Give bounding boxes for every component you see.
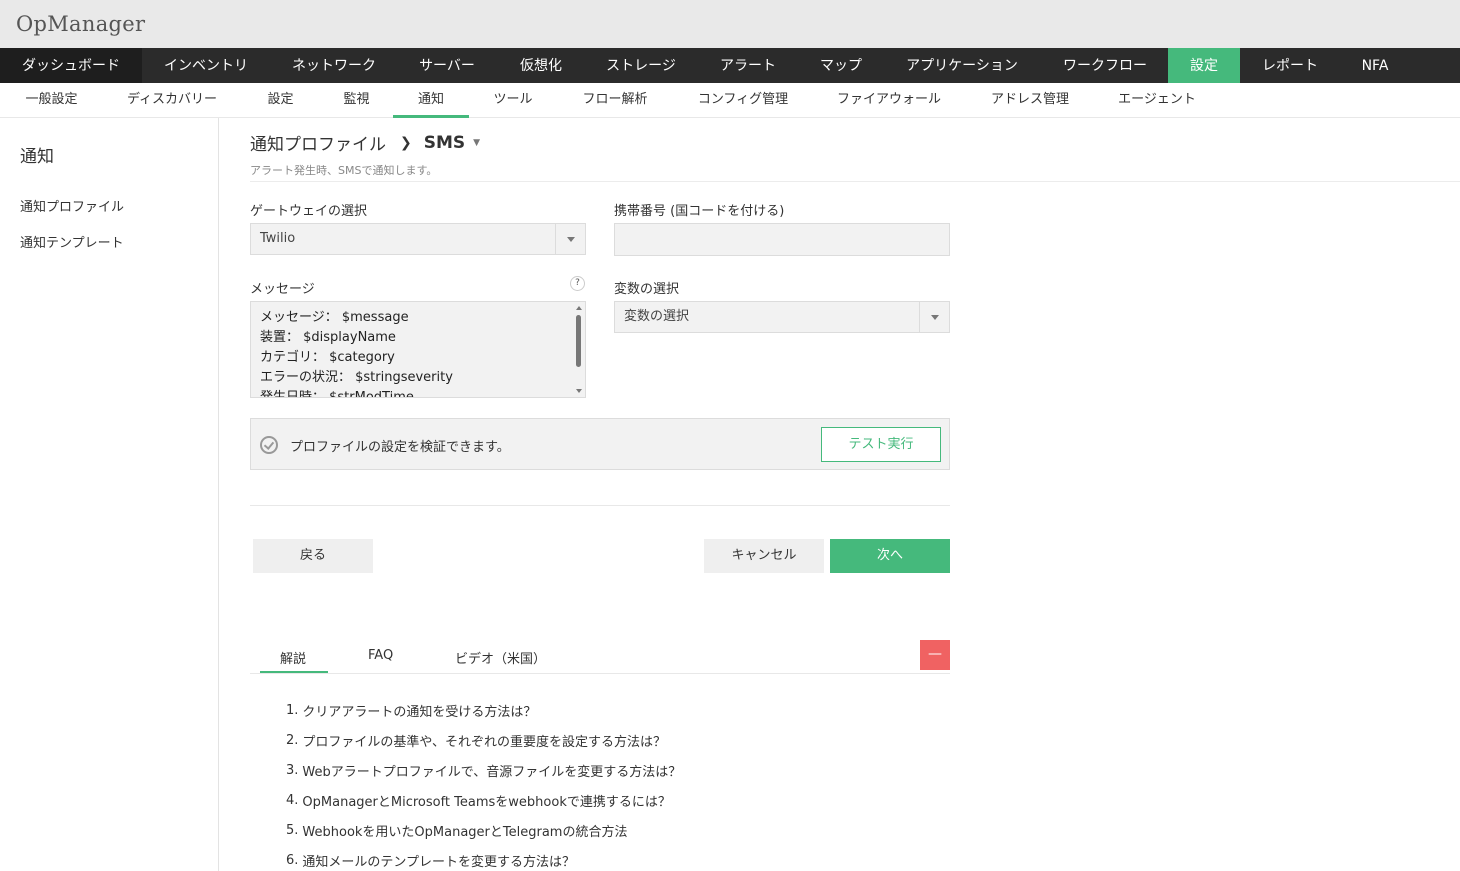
list-item[interactable]: 5. Webhookを用いたOpManagerとTelegramの統合方法: [286, 815, 681, 845]
tab-faq[interactable]: FAQ: [368, 648, 393, 663]
app-logo[interactable]: OpManager: [16, 12, 145, 36]
subnav-monitoring[interactable]: 監視: [320, 83, 393, 118]
content-area: 通知プロファイル ❯ SMS ▼ アラート発生時、SMSで通知します。 ゲートウ…: [219, 118, 1460, 871]
subnav-tools[interactable]: ツール: [469, 83, 557, 118]
chevron-right-icon: ❯: [400, 134, 412, 151]
nav-settings[interactable]: 設定: [1168, 48, 1240, 83]
nav-alert[interactable]: アラート: [696, 48, 800, 83]
divider: [250, 181, 1460, 182]
next-button[interactable]: 次へ: [830, 539, 950, 573]
faq-link[interactable]: Webアラートプロファイルで、音源ファイルを変更する方法は？: [302, 761, 681, 780]
faq-link[interactable]: 通知メールのテンプレートを変更する方法は？: [302, 851, 575, 870]
subnav-firewall[interactable]: ファイアウォール: [813, 83, 965, 118]
nav-nfa[interactable]: NFA: [1340, 48, 1410, 83]
list-item[interactable]: 6. 通知メールのテンプレートを変更する方法は？: [286, 845, 681, 871]
caret-down-icon[interactable]: ▼: [473, 138, 480, 148]
mobile-number-input[interactable]: [614, 223, 950, 256]
tab-description[interactable]: 解説: [280, 648, 306, 667]
divider: [250, 505, 950, 506]
nav-dashboard[interactable]: ダッシュボード: [0, 48, 142, 83]
subnav-general[interactable]: 一般設定: [0, 83, 103, 118]
sidebar: 通知 通知プロファイル 通知テンプレート: [0, 118, 219, 871]
gateway-value: Twilio: [260, 231, 296, 246]
message-line: エラーの状況： $stringseverity: [260, 370, 453, 385]
nav-inventory[interactable]: インベントリ: [142, 48, 270, 83]
faq-link[interactable]: プロファイルの基準や、それぞれの重要度を設定する方法は？: [302, 731, 666, 750]
message-line: 装置： $displayName: [260, 330, 396, 345]
subnav-config[interactable]: 設定: [241, 83, 320, 118]
sidebar-title: 通知: [20, 147, 54, 167]
sidebar-item-notification-profile[interactable]: 通知プロファイル: [20, 196, 218, 232]
nav-report[interactable]: レポート: [1240, 48, 1340, 83]
subnav-agent[interactable]: エージェント: [1095, 83, 1219, 118]
breadcrumb: 通知プロファイル ❯ SMS ▼: [250, 130, 480, 156]
subnav-address-management[interactable]: アドレス管理: [965, 83, 1095, 118]
faq-link[interactable]: クリアアラートの通知を受ける方法は？: [302, 701, 536, 720]
nav-application[interactable]: アプリケーション: [882, 48, 1042, 83]
minus-icon[interactable]: —: [920, 640, 950, 670]
check-circle-icon: [260, 436, 278, 454]
variable-value: 変数の選択: [624, 309, 690, 324]
tab-video[interactable]: ビデオ（米国）: [455, 648, 546, 667]
chevron-down-icon[interactable]: [555, 224, 585, 254]
list-number: 3.: [286, 762, 299, 778]
breadcrumb-parent[interactable]: 通知プロファイル: [250, 130, 386, 155]
scroll-thumb[interactable]: [576, 315, 581, 367]
list-number: 5.: [286, 822, 299, 838]
mobile-label: 携帯番号 (国コードを付ける): [614, 204, 785, 219]
list-item[interactable]: 2. プロファイルの基準や、それぞれの重要度を設定する方法は？: [286, 725, 681, 755]
back-button[interactable]: 戻る: [253, 539, 373, 573]
main-nav: ダッシュボード インベントリ ネットワーク サーバー 仮想化 ストレージ アラー…: [0, 48, 1460, 83]
active-tab-indicator: [260, 671, 328, 673]
cancel-button[interactable]: キャンセル: [704, 539, 824, 573]
nav-server[interactable]: サーバー: [398, 48, 496, 83]
subnav-flow-analysis[interactable]: フロー解析: [557, 83, 673, 118]
nav-workflow[interactable]: ワークフロー: [1042, 48, 1168, 83]
scroll-up-icon[interactable]: [576, 306, 582, 310]
page-subtitle: アラート発生時、SMSで通知します。: [250, 164, 438, 177]
faq-link[interactable]: Webhookを用いたOpManagerとTelegramの統合方法: [302, 821, 627, 840]
test-run-button[interactable]: テスト実行: [821, 427, 941, 462]
nav-network[interactable]: ネットワーク: [270, 48, 398, 83]
subnav-notification[interactable]: 通知: [393, 83, 469, 118]
message-textarea[interactable]: メッセージ： $message 装置： $displayName カテゴリ： $…: [250, 301, 586, 398]
breadcrumb-current[interactable]: SMS: [424, 133, 465, 153]
verify-text: プロファイルの設定を検証できます。: [290, 440, 510, 455]
list-number: 2.: [286, 732, 299, 748]
chevron-down-icon[interactable]: [919, 302, 949, 332]
list-number: 6.: [286, 852, 299, 868]
list-number: 1.: [286, 702, 299, 718]
textarea-scrollbar[interactable]: [574, 303, 584, 396]
message-line: カテゴリ： $category: [260, 350, 395, 365]
faq-list: 1. クリアアラートの通知を受ける方法は？ 2. プロファイルの基準や、それぞれの重…: [286, 695, 681, 871]
help-tabs: 解説 FAQ ビデオ（米国）: [250, 638, 950, 674]
nav-map[interactable]: マップ: [800, 48, 882, 83]
subnav-discovery[interactable]: ディスカバリー: [103, 83, 241, 118]
message-label: メッセージ: [250, 282, 315, 297]
message-line: 発生日時： $strModTime: [260, 390, 414, 398]
scroll-down-icon[interactable]: [576, 389, 582, 393]
question-icon[interactable]: ?: [570, 276, 585, 291]
verify-panel: プロファイルの設定を検証できます。 テスト実行: [250, 418, 950, 470]
list-item[interactable]: 1. クリアアラートの通知を受ける方法は？: [286, 695, 681, 725]
top-bar: OpManager: [0, 0, 1460, 48]
subnav-config-management[interactable]: コンフィグ管理: [673, 83, 813, 118]
message-line: メッセージ： $message: [260, 310, 409, 325]
gateway-label: ゲートウェイの選択: [250, 204, 368, 219]
main-layout: 通知 通知プロファイル 通知テンプレート 通知プロファイル ❯ SMS ▼ アラ…: [0, 118, 1460, 871]
nav-virtualization[interactable]: 仮想化: [496, 48, 586, 83]
sidebar-item-notification-template[interactable]: 通知テンプレート: [20, 232, 218, 268]
variable-select[interactable]: 変数の選択: [614, 301, 950, 333]
variable-label: 変数の選択: [614, 282, 680, 297]
gateway-select[interactable]: Twilio: [250, 223, 586, 255]
list-item[interactable]: 3. Webアラートプロファイルで、音源ファイルを変更する方法は？: [286, 755, 681, 785]
sub-nav: 一般設定 ディスカバリー 設定 監視 通知 ツール フロー解析 コンフィグ管理 …: [0, 83, 1460, 118]
faq-link[interactable]: OpManagerとMicrosoft Teamsをwebhookで連携するには…: [302, 791, 670, 810]
nav-storage[interactable]: ストレージ: [586, 48, 696, 83]
list-item[interactable]: 4. OpManagerとMicrosoft Teamsをwebhookで連携する…: [286, 785, 681, 815]
list-number: 4.: [286, 792, 299, 808]
